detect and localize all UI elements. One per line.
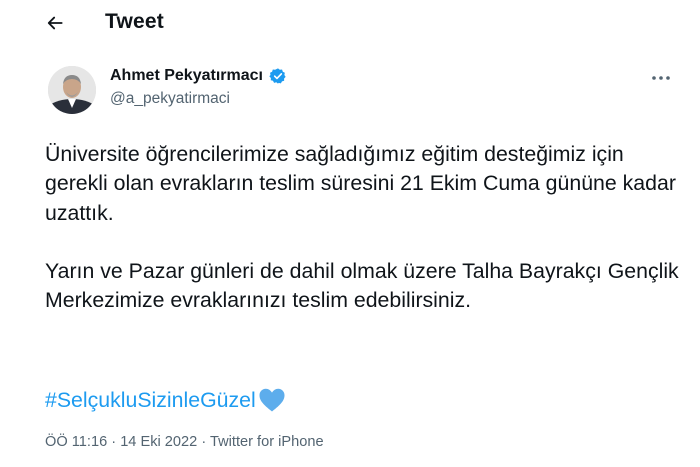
meta-separator: ·	[107, 434, 121, 450]
hashtag-row: #SelçukluSizinleGüzel	[45, 385, 286, 415]
avatar[interactable]	[48, 66, 96, 114]
tweet-text: Üniversite öğrencilerimize sağladığımız …	[45, 140, 685, 315]
blue-heart-icon	[256, 387, 286, 413]
tweet-metadata: ÖÖ 11:16 · 14 Eki 2022 · Twitter for iPh…	[45, 434, 324, 450]
tweet-date[interactable]: 14 Eki 2022	[120, 434, 197, 450]
more-options-icon	[652, 76, 670, 80]
author-name[interactable]: Ahmet Pekyatırmacı	[110, 67, 263, 85]
author-handle[interactable]: @a_pekyatirmaci	[110, 90, 230, 108]
avatar-image	[48, 66, 96, 114]
verified-badge-icon	[269, 67, 287, 85]
tweet-time[interactable]: ÖÖ 11:16	[45, 434, 107, 450]
tweet-paragraph-1: Üniversite öğrencilerimize sağladığımız …	[45, 142, 676, 225]
author-name-row: Ahmet Pekyatırmacı	[110, 67, 287, 85]
hashtag-link[interactable]: #SelçukluSizinleGüzel	[45, 388, 256, 413]
page-title: Tweet	[105, 10, 164, 33]
tweet-source[interactable]: Twitter for iPhone	[210, 434, 324, 450]
meta-separator: ·	[197, 434, 210, 450]
more-options-button[interactable]	[648, 68, 674, 88]
top-bar: Tweet	[0, 0, 700, 48]
back-button[interactable]	[38, 8, 72, 38]
back-arrow-icon	[47, 16, 63, 30]
tweet-paragraph-2: Yarın ve Pazar günleri de dahil olmak üz…	[45, 258, 679, 313]
